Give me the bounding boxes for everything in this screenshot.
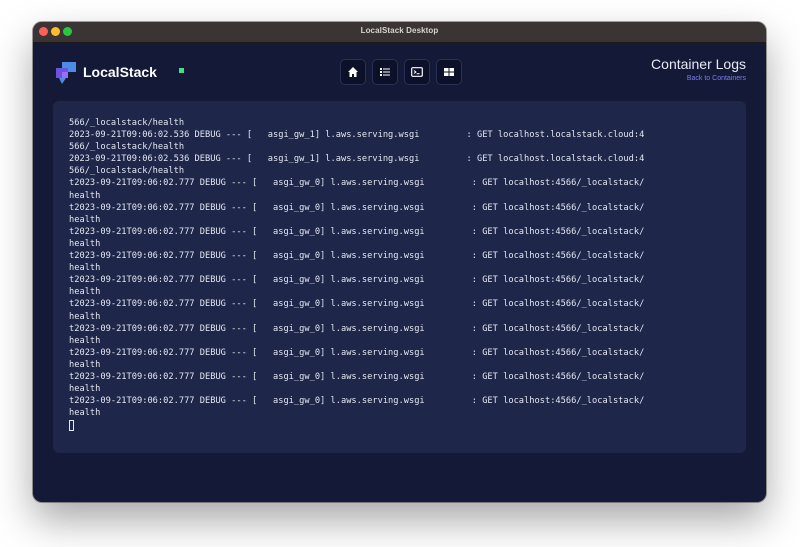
window-title: LocalStack Desktop: [360, 26, 439, 35]
terminal-icon: [411, 67, 423, 77]
log-line: health: [69, 335, 101, 346]
log-line: health: [69, 263, 101, 274]
page-title: Container Logs: [651, 56, 746, 72]
status-dot: [179, 68, 184, 73]
log-line: health: [69, 238, 101, 249]
log-line: t2023-09-21T09:06:02.777 DEBUG --- [ asg…: [69, 371, 645, 382]
home-icon: [348, 67, 358, 77]
log-line: health: [69, 408, 101, 419]
grid-icon: [444, 68, 454, 76]
log-line: t2023-09-21T09:06:02.777 DEBUG --- [ asg…: [69, 275, 645, 286]
list-button[interactable]: [373, 60, 397, 84]
app-name: LocalStack: [83, 64, 157, 80]
list-icon: [380, 68, 390, 76]
localstack-logo-icon: [56, 62, 76, 84]
log-line: t2023-09-21T09:06:02.777 DEBUG --- [ asg…: [69, 396, 645, 407]
log-line: health: [69, 311, 101, 322]
log-line: t2023-09-21T09:06:02.777 DEBUG --- [ asg…: [69, 202, 645, 213]
log-line: t2023-09-21T09:06:02.777 DEBUG --- [ asg…: [69, 178, 645, 189]
back-to-containers-link[interactable]: Back to Containers: [651, 75, 746, 82]
page-header: Container Logs Back to Containers: [651, 56, 746, 82]
app-window: LocalStack Desktop LocalStack Container …: [33, 22, 766, 502]
log-line: health: [69, 359, 101, 370]
log-line: health: [69, 214, 101, 225]
log-output[interactable]: 566/_localstack/health 2023-09-21T09:06:0…: [69, 117, 736, 419]
log-line: t2023-09-21T09:06:02.777 DEBUG --- [ asg…: [69, 226, 645, 237]
log-line: t2023-09-21T09:06:02.777 DEBUG --- [ asg…: [69, 251, 645, 262]
log-line: 566/_localstack/health: [69, 142, 185, 153]
log-line: 566/_localstack/health: [69, 166, 185, 177]
grid-button[interactable]: [437, 60, 461, 84]
terminal-button[interactable]: [405, 60, 429, 84]
log-line: t2023-09-21T09:06:02.777 DEBUG --- [ asg…: [69, 299, 645, 310]
log-panel[interactable]: 566/_localstack/health 2023-09-21T09:06:0…: [53, 101, 746, 453]
terminal-cursor: [69, 420, 74, 431]
log-line: t2023-09-21T09:06:02.777 DEBUG --- [ asg…: [69, 323, 645, 334]
title-bar[interactable]: LocalStack Desktop: [33, 22, 766, 43]
log-line: health: [69, 190, 101, 201]
log-line: 566/_localstack/health: [69, 118, 185, 128]
log-line: 2023-09-21T09:06:02.536 DEBUG --- [ asgi…: [69, 154, 645, 165]
log-line: health: [69, 384, 101, 395]
log-line: health: [69, 287, 101, 298]
home-button[interactable]: [341, 60, 365, 84]
log-line: 2023-09-21T09:06:02.536 DEBUG --- [ asgi…: [69, 130, 645, 141]
log-line: t2023-09-21T09:06:02.777 DEBUG --- [ asg…: [69, 347, 645, 358]
